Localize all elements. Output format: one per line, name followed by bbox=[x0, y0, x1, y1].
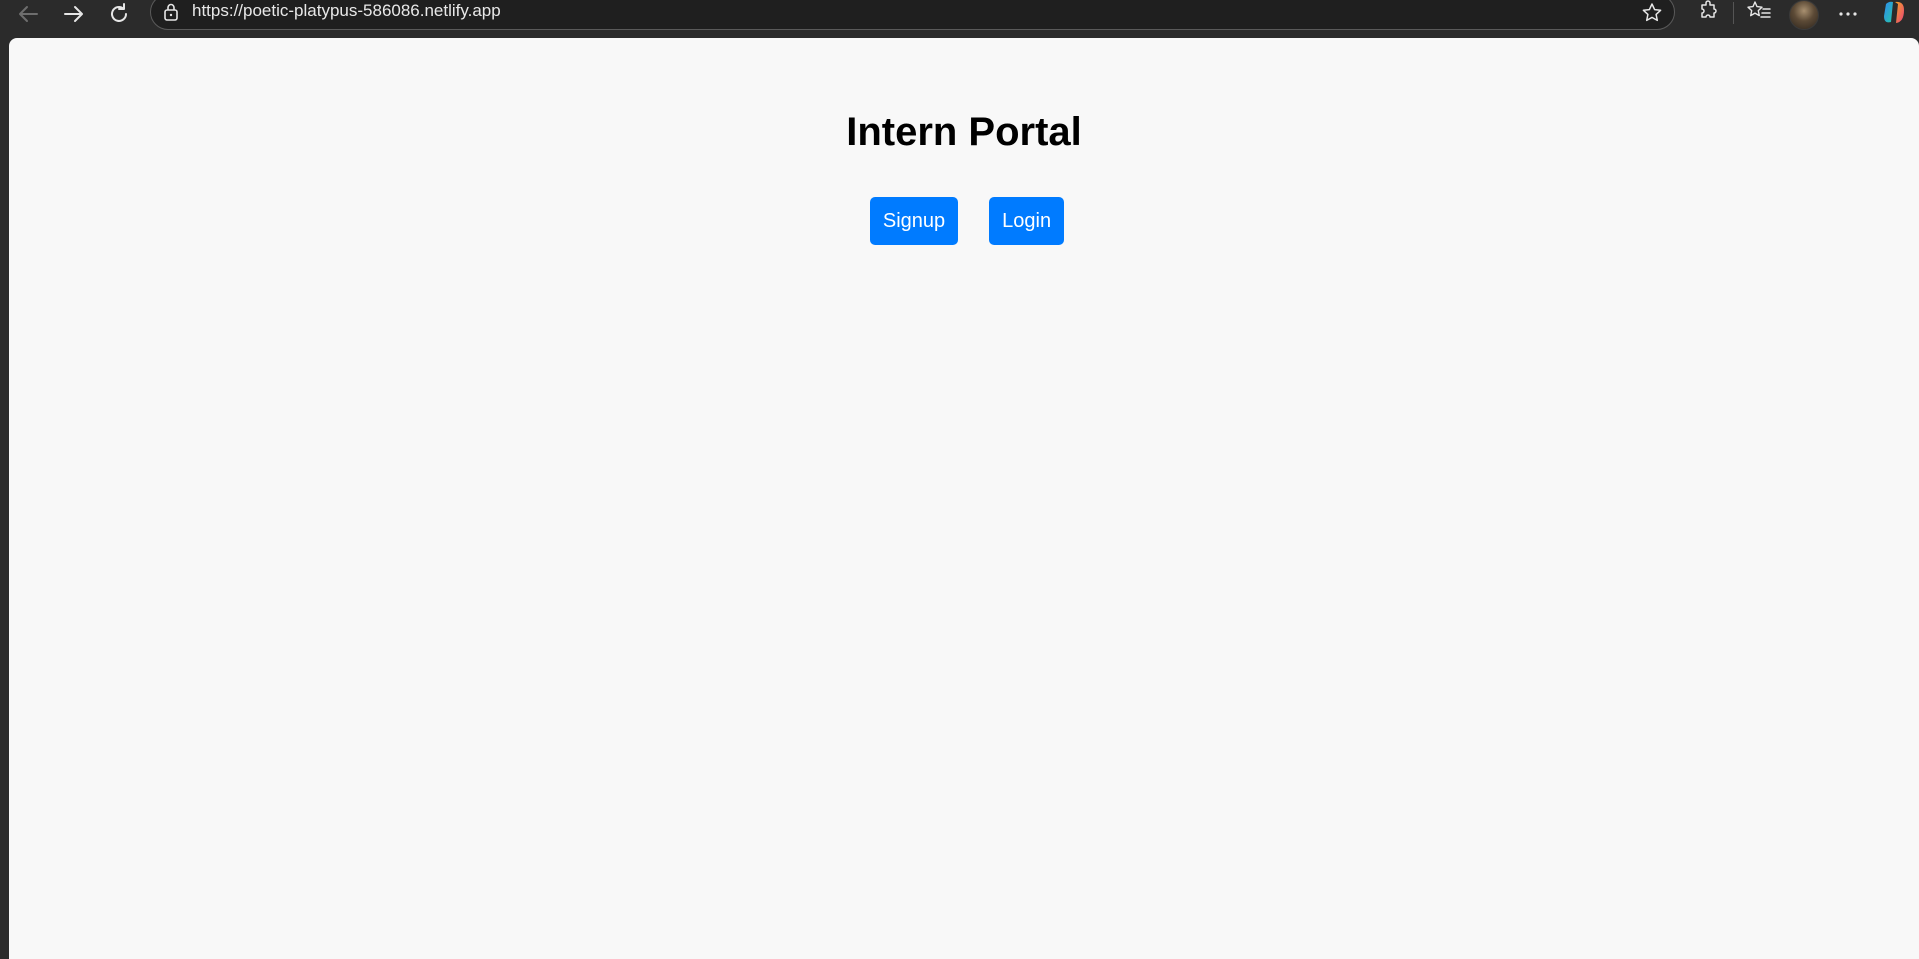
more-icon bbox=[1838, 4, 1858, 22]
forward-icon bbox=[61, 3, 87, 25]
favorites-icon bbox=[1746, 0, 1772, 28]
avatar[interactable] bbox=[1789, 0, 1819, 30]
browser-toolbar: https://poetic-platypus-586086.netlify.a… bbox=[0, 0, 1919, 38]
copilot-icon[interactable] bbox=[1880, 0, 1910, 26]
auth-button-row: Signup Login bbox=[9, 197, 1919, 245]
page-title: Intern Portal bbox=[846, 110, 1082, 154]
back-icon bbox=[15, 3, 41, 25]
toolbar-divider bbox=[1733, 2, 1734, 24]
address-bar[interactable]: https://poetic-platypus-586086.netlify.a… bbox=[150, 0, 1675, 30]
favorites-button[interactable] bbox=[1743, 0, 1775, 26]
signup-button[interactable]: Signup bbox=[869, 197, 959, 245]
login-button[interactable]: Login bbox=[989, 197, 1065, 245]
back-button[interactable] bbox=[8, 0, 48, 28]
extensions-button[interactable] bbox=[1693, 0, 1725, 26]
page-viewport: Intern Portal Signup Login bbox=[9, 38, 1919, 959]
reload-icon bbox=[107, 2, 131, 26]
reload-button[interactable] bbox=[99, 0, 139, 28]
forward-button[interactable] bbox=[54, 0, 94, 28]
more-button[interactable] bbox=[1832, 0, 1864, 26]
star-icon[interactable] bbox=[1640, 1, 1664, 30]
url-text[interactable]: https://poetic-platypus-586086.netlify.a… bbox=[192, 1, 501, 21]
lock-icon[interactable] bbox=[163, 3, 179, 26]
extensions-icon bbox=[1697, 0, 1721, 28]
